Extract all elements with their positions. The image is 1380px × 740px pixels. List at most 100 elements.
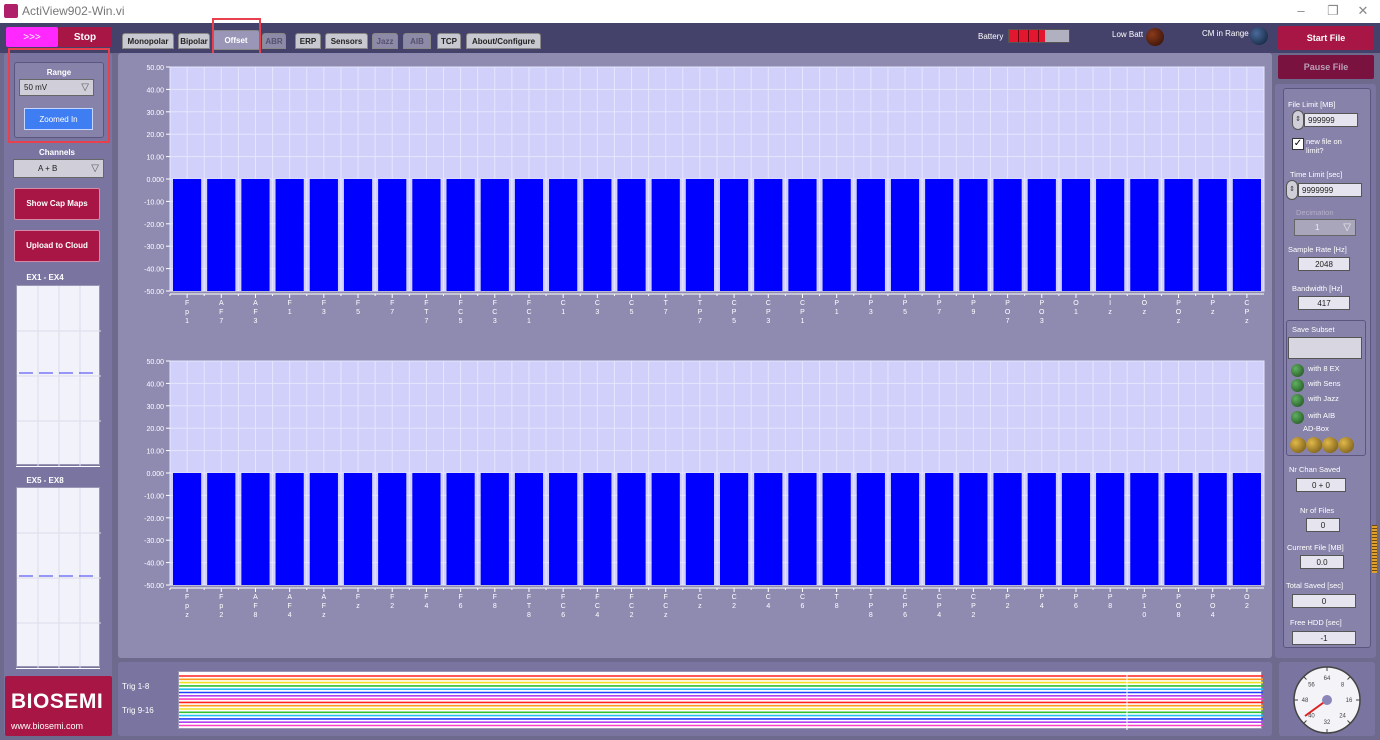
chevron-down-icon: ▽ (1343, 222, 1351, 233)
top-bar-P3 (856, 179, 885, 291)
bottom-bar-C6 (788, 473, 817, 585)
with-aib-led[interactable] (1291, 411, 1304, 424)
bottom-ytick-label: 40.00 (146, 381, 164, 388)
tab-tcp[interactable]: TCP (437, 33, 461, 49)
top-bar-P7 (925, 179, 954, 291)
range-dropdown[interactable]: 50 mV ▽ (19, 79, 94, 96)
ex58-chart (16, 487, 101, 668)
adbox-led-1[interactable] (1290, 437, 1306, 453)
pause-file-button[interactable]: Pause File (1278, 55, 1374, 79)
bottom-bar-AFz (309, 473, 338, 585)
top-ytick-label: 0.000 (146, 177, 164, 184)
bottom-bar-F4 (412, 473, 441, 585)
bottom-xtick-label: P10 (1142, 594, 1147, 619)
file-limit-field[interactable]: 999999 (1304, 113, 1358, 127)
top-ytick-label: 40.00 (146, 87, 164, 94)
scroll-handle[interactable] (1372, 525, 1377, 573)
total-saved-label: Total Saved [sec] (1286, 581, 1344, 590)
tab-sensors[interactable]: Sensors (325, 33, 368, 49)
restore-button[interactable]: ❐ (1318, 2, 1348, 20)
bottom-ytick-label: -30.00 (144, 538, 164, 545)
free-hdd-label: Free HDD [sec] (1290, 618, 1342, 627)
bottom-ytick-label: 30.00 (146, 404, 164, 411)
bottom-xtick-label: O2 (1244, 594, 1250, 610)
bottom-xtick-label: F2 (390, 594, 394, 610)
channels-label: Channels (38, 148, 75, 157)
top-xtick-label: CPz (1244, 300, 1249, 325)
top-ytick-label: 20.00 (146, 132, 164, 139)
tab-aib[interactable]: AIB (403, 33, 431, 49)
new-file-checkbox[interactable]: ✓ (1292, 138, 1304, 150)
nr-chan-saved-field: 0 + 0 (1296, 478, 1346, 492)
time-limit-field[interactable]: 9999999 (1298, 183, 1362, 197)
time-limit-spinner[interactable]: ⇕ (1286, 180, 1298, 200)
top-ytick-label: -30.00 (144, 244, 164, 251)
top-xtick-label: C3 (595, 300, 600, 316)
top-ytick-label: 50.00 (146, 65, 164, 72)
bottom-bar-Fpz (173, 473, 202, 585)
top-bar-AF7 (207, 179, 236, 291)
bottom-xtick-label: P4 (1039, 594, 1044, 610)
range-value: 50 mV (24, 83, 48, 92)
top-bar-PO3 (1027, 179, 1056, 291)
tab-offset[interactable]: Offset (212, 30, 260, 50)
channels-dropdown[interactable]: A + B ▽ (13, 159, 104, 178)
top-bar-P1 (822, 179, 851, 291)
with-8ex-led[interactable] (1291, 364, 1304, 377)
trigger-panel: Trig 1-8 Trig 9-16 (118, 662, 1272, 736)
tab-monopolar[interactable]: Monopolar (122, 33, 174, 49)
bottom-bar-P4 (1027, 473, 1056, 585)
adbox-led-3[interactable] (1322, 437, 1338, 453)
bottom-xtick-label: Fp2 (219, 594, 223, 619)
bottom-bar-FC2 (617, 473, 646, 585)
bottom-xtick-label: P8 (1108, 594, 1113, 610)
tab-jazz[interactable]: Jazz (372, 33, 398, 49)
dial-tick-label: 32 (1324, 720, 1331, 726)
tab-bipolar[interactable]: Bipolar (178, 33, 210, 49)
battery-indicator (1008, 29, 1070, 43)
battery-fill (1009, 30, 1045, 42)
top-bar-C1 (549, 179, 578, 291)
top-xtick-label: O1 (1073, 300, 1079, 316)
stop-button[interactable]: Stop (58, 27, 112, 47)
bottom-bar-FT8 (514, 473, 544, 585)
bottom-xtick-label: TP8 (869, 594, 874, 619)
show-cap-maps-button[interactable]: Show Cap Maps (14, 188, 100, 220)
tab-erp[interactable]: ERP (295, 33, 321, 49)
file-limit-label: File Limit [MB] (1288, 100, 1336, 109)
channels-value: A + B (38, 164, 58, 173)
top-ytick-label: 30.00 (146, 110, 164, 117)
decimation-dropdown[interactable]: 1 ▽ (1294, 219, 1356, 236)
bottom-bar-TP8 (856, 473, 885, 585)
minimize-button[interactable]: – (1286, 2, 1316, 20)
run-button[interactable]: >>> (6, 27, 58, 47)
bottom-bar-F2 (378, 473, 407, 585)
top-bar-AF3 (241, 179, 270, 291)
start-file-button[interactable]: Start File (1278, 26, 1374, 50)
zoom-button[interactable]: Zoomed In (24, 108, 93, 130)
with-sens-led[interactable] (1291, 379, 1304, 392)
file-limit-spinner[interactable]: ⇕ (1292, 110, 1304, 130)
bottom-ytick-label: -40.00 (144, 561, 164, 568)
adbox-led-4[interactable] (1338, 437, 1354, 453)
bottom-bar-CP2 (959, 473, 988, 585)
with-jazz-led[interactable] (1291, 394, 1304, 407)
close-button[interactable]: ✕ (1348, 2, 1378, 20)
save-subset-field[interactable] (1288, 337, 1362, 359)
tab-about-configure[interactable]: About/Configure (466, 33, 541, 49)
top-ytick-label: -10.00 (144, 199, 164, 206)
sample-rate-label: Sample Rate [Hz] (1288, 245, 1347, 254)
app-icon (4, 4, 18, 18)
ex58-label: EX5 - EX8 (26, 476, 64, 485)
tab-abr[interactable]: ABR (262, 33, 286, 49)
upload-to-cloud-button[interactable]: Upload to Cloud (14, 230, 100, 262)
ex58-plot (17, 488, 101, 668)
bottom-bar-F8 (480, 473, 509, 585)
bottom-bar-T8 (822, 473, 851, 585)
cm-in-range-led (1250, 27, 1268, 45)
adbox-led-2[interactable] (1306, 437, 1322, 453)
with-jazz-label: with Jazz (1308, 394, 1339, 403)
bottom-bar-O2 (1232, 473, 1261, 585)
offset-chart-bottom: 50.00 40.00 30.00 20.00 10.00 0.000 -10.00 -20.… (144, 359, 1265, 619)
chevron-down-icon: ▽ (81, 82, 89, 93)
